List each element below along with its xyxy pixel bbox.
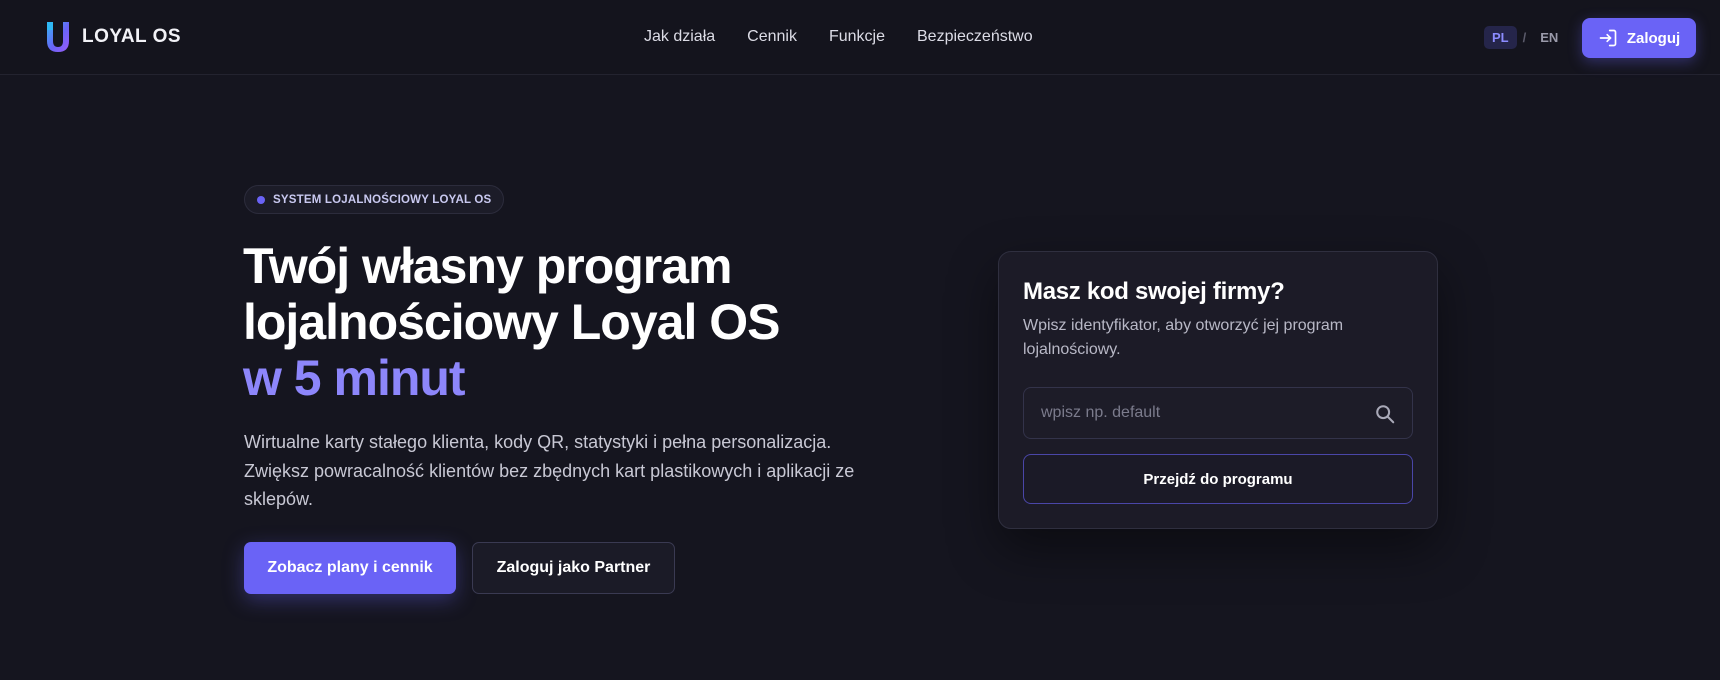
- login-button-label: Zaloguj: [1626, 29, 1681, 47]
- hero-title-line2: lojalnościowy Loyal OS: [243, 294, 780, 350]
- card-subtitle: Wpisz identyfikator, aby otworzyć jej pr…: [1023, 317, 1344, 358]
- hero-title-line1: Twój własny program: [243, 238, 733, 294]
- login-button[interactable]: Zaloguj: [1582, 18, 1696, 58]
- login-arrow-icon: [1599, 29, 1617, 47]
- hero-badge: SYSTEM LOJALNOŚCIOWY LOYAL OS: [244, 185, 505, 214]
- nav-item-jak-dziala[interactable]: Jak działa: [644, 28, 715, 46]
- go-to-program-button[interactable]: Przejdź do programu: [1023, 454, 1413, 504]
- brand-name: LOYAL OS: [82, 26, 182, 47]
- loyal-os-logo-icon: [47, 22, 69, 52]
- card-title: Masz kod swojej firmy?: [1023, 278, 1285, 305]
- top-navigation-bar: LOYAL OS Jak działa Cennik Funkcje Bezpi…: [0, 0, 1720, 75]
- company-code-input[interactable]: [1024, 388, 1412, 438]
- main-nav: Jak działa Cennik Funkcje Bezpieczeństwo: [644, 28, 1033, 46]
- company-code-field: [1023, 387, 1413, 439]
- view-plans-button[interactable]: Zobacz plany i cennik: [244, 542, 456, 594]
- nav-item-funkcje[interactable]: Funkcje: [829, 28, 885, 46]
- nav-item-cennik[interactable]: Cennik: [747, 28, 797, 46]
- lang-separator: /: [1522, 30, 1527, 45]
- hero-description: Wirtualne karty stałego klienta, kody QR…: [244, 432, 855, 509]
- language-switcher: PL / EN: [1484, 26, 1566, 49]
- company-code-card: Masz kod swojej firmy? Wpisz identyfikat…: [998, 251, 1438, 529]
- partner-login-button[interactable]: Zaloguj jako Partner: [472, 542, 675, 594]
- lang-en-option[interactable]: EN: [1532, 26, 1566, 49]
- hero-badge-label: SYSTEM LOJALNOŚCIOWY LOYAL OS: [273, 193, 492, 206]
- hero-title-accent: w 5 minut: [243, 350, 466, 406]
- hero-title: Twój własny program lojalnościowy Loyal …: [243, 238, 883, 406]
- lang-pl-option[interactable]: PL: [1484, 26, 1517, 49]
- brand-logo[interactable]: LOYAL OS: [44, 20, 181, 54]
- badge-dot-icon: [257, 195, 265, 204]
- nav-item-bezpieczenstwo[interactable]: Bezpieczeństwo: [917, 28, 1033, 46]
- search-icon[interactable]: [1374, 403, 1396, 425]
